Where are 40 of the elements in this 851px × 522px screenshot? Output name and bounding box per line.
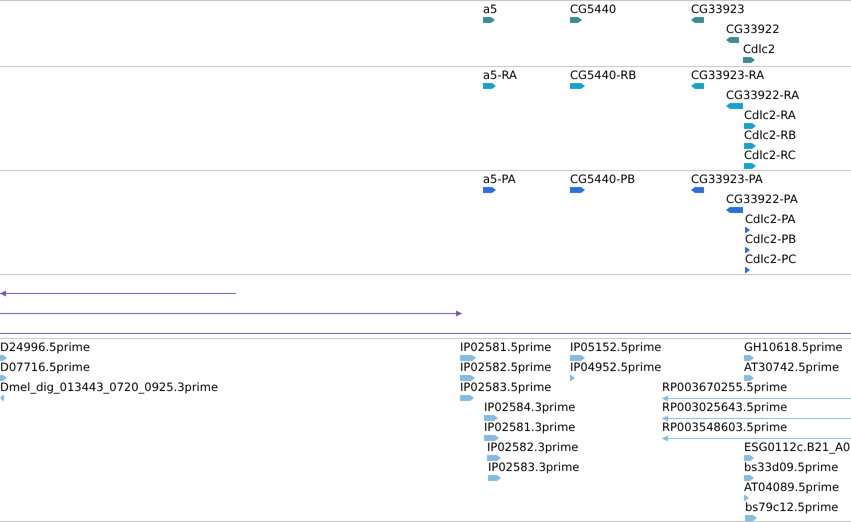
feature-label: Cdlc2-PA [745,212,796,226]
feature-label: CG33923-PA [691,172,763,186]
feature-label: Cdlc2 [743,42,776,56]
feature-label: IP02582.3prime [487,440,578,454]
feature-label: IP02581.3prime [484,420,576,434]
feature-label: AT30742.5prime [744,360,840,374]
feature-label: Cdlc2-PB [745,232,796,246]
feature-label: a5 [483,2,498,16]
feature-label: CG33923 [691,2,745,16]
feature-label: CG5440-PB [570,172,636,186]
feature-label: CG33922-PA [726,192,798,206]
feature-label: GH10618.5prime [744,340,843,354]
feature-label: IP02584.3prime [484,400,576,414]
feature-label: IP02582.5prime [460,360,552,374]
feature-label: RP003025643.5prime [662,400,788,414]
feature-label: AT04089.5prime [744,480,840,494]
feature-label: IP05152.5prime [570,340,662,354]
feature-label: IP02583.3prime [488,460,580,474]
feature-label: Cdlc2-RC [744,148,796,162]
feature-label: bs79c12.5prime [745,500,838,514]
feature-label: CG33922 [726,22,780,36]
feature-label: D07716.5prime [0,360,90,374]
feature-label: IP04952.5prime [570,360,662,374]
feature-label: IP02583.5prime [460,380,552,394]
feature-label: CG5440 [570,2,616,16]
feature-label: CG33922-RA [726,88,800,102]
feature-label: IP02581.5prime [460,340,552,354]
feature-label: D24996.5prime [0,340,90,354]
feature-label: RP003670255.5prime [662,380,788,394]
feature-label: Cdlc2-RB [744,128,796,142]
feature-label: CG5440-RB [570,68,636,82]
feature-label: bs33d09.5prime [744,460,838,474]
feature-label: Cdlc2-RA [744,108,796,122]
feature-label: CG33923-RA [691,68,764,82]
feature-label: a5-PA [483,172,516,186]
feature-label: Dmel_dig_013443_0720_0925.3prime [0,380,218,394]
feature-label: Cdlc2-PC [745,252,796,266]
feature-label: a5-RA [483,68,517,82]
feature-label: RP003548603.5prime [662,420,788,434]
feature-label: ESG0112c.B21_A0 [744,440,850,454]
